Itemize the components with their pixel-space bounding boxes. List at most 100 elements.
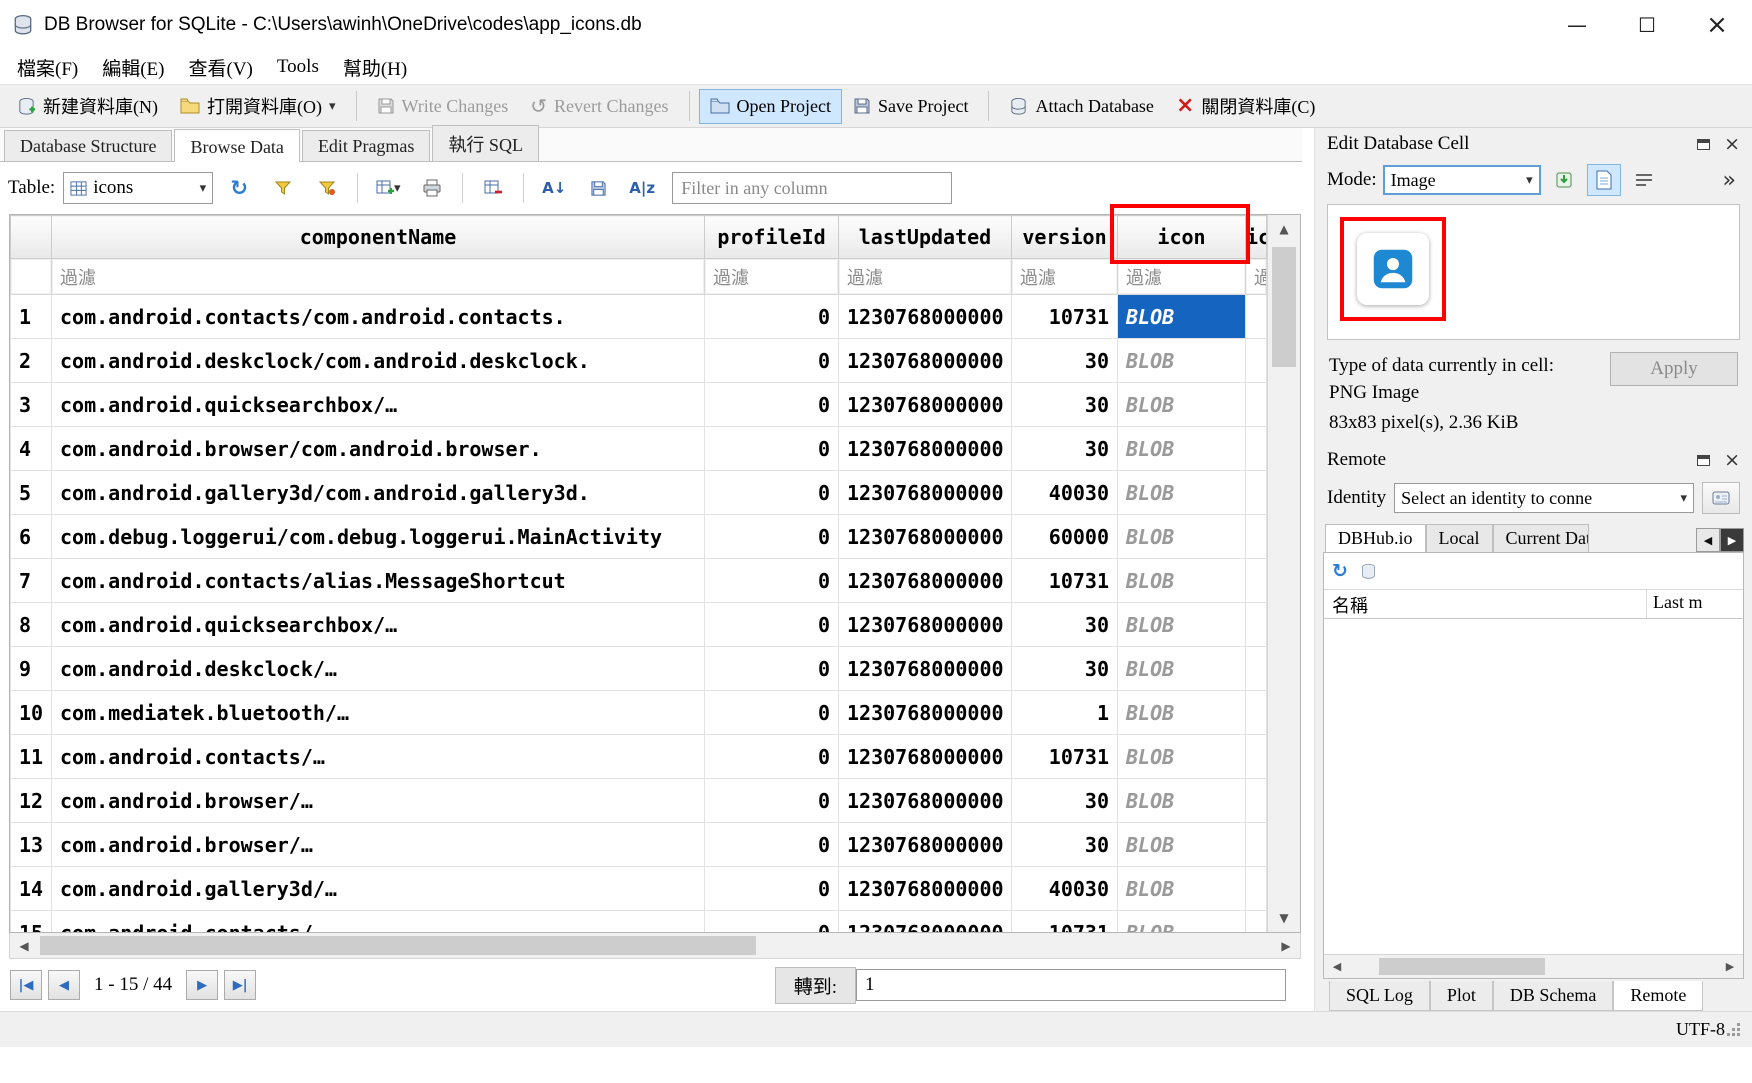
format-button[interactable]: A|z	[624, 171, 660, 205]
cell-icon-blob[interactable]: BLOB	[1118, 823, 1246, 867]
cell-version[interactable]: 10731	[1012, 559, 1118, 603]
cell-componentName[interactable]: com.android.contacts/alias.MessageShortc…	[52, 559, 705, 603]
cell-profileId[interactable]: 0	[705, 779, 839, 823]
cell-version[interactable]: 1	[1012, 691, 1118, 735]
last-page-button[interactable]: ▶|	[224, 970, 256, 1000]
filter-icon[interactable]: 過濾	[1118, 259, 1246, 295]
cell-lastUpdated[interactable]: 1230768000000	[839, 603, 1012, 647]
filter-version[interactable]: 過濾	[1012, 259, 1118, 295]
cell-componentName[interactable]: com.android.gallery3d/…	[52, 867, 705, 911]
cell-clipped[interactable]	[1246, 867, 1267, 911]
vertical-scroll-track[interactable]	[1268, 243, 1300, 904]
cell-profileId[interactable]: 0	[705, 647, 839, 691]
cell-clipped[interactable]	[1246, 823, 1267, 867]
remote-tab-current-database[interactable]: Current Dat	[1493, 524, 1589, 552]
remote-tab-local[interactable]: Local	[1426, 524, 1493, 552]
cell-clipped[interactable]	[1246, 383, 1267, 427]
cell-profileId[interactable]: 0	[705, 603, 839, 647]
encoding-indicator[interactable]: UTF-8	[1676, 1019, 1725, 1040]
filter-options-button[interactable]	[309, 171, 345, 205]
row-number-cell[interactable]: 1	[11, 295, 52, 339]
cell-profileId[interactable]: 0	[705, 823, 839, 867]
sort-button[interactable]: A↓	[536, 171, 572, 205]
row-number-cell[interactable]: 12	[11, 779, 52, 823]
cell-profileId[interactable]: 0	[705, 735, 839, 779]
table-selector[interactable]: icons ▾	[63, 172, 213, 204]
identity-selector[interactable]: Select an identity to conne ▾	[1394, 483, 1694, 513]
row-number-cell[interactable]: 4	[11, 427, 52, 471]
row-number-cell[interactable]: 6	[11, 515, 52, 559]
cell-lastUpdated[interactable]: 1230768000000	[839, 691, 1012, 735]
cell-componentName[interactable]: com.android.deskclock/com.android.deskcl…	[52, 339, 705, 383]
cell-clipped[interactable]	[1246, 427, 1267, 471]
cell-clipped[interactable]	[1246, 559, 1267, 603]
revert-changes-button[interactable]: ↺ Revert Changes	[519, 87, 679, 125]
cell-lastUpdated[interactable]: 1230768000000	[839, 295, 1012, 339]
mode-selector[interactable]: Image ▾	[1383, 165, 1541, 195]
cell-lastUpdated[interactable]: 1230768000000	[839, 823, 1012, 867]
row-number-cell[interactable]: 7	[11, 559, 52, 603]
filter-componentName[interactable]: 過濾	[52, 259, 705, 295]
dock-tab-db-schema[interactable]: DB Schema	[1493, 981, 1613, 1011]
remote-scroll-track[interactable]	[1350, 955, 1717, 978]
word-wrap-button[interactable]	[1627, 164, 1661, 196]
print-cell-button[interactable]	[1587, 164, 1621, 196]
float-panel-icon[interactable]	[1697, 139, 1710, 150]
cell-profileId[interactable]: 0	[705, 295, 839, 339]
horizontal-scrollbar[interactable]: ◀ ▶	[9, 933, 1301, 959]
filter-any-column-input[interactable]	[672, 172, 952, 204]
remote-column-name[interactable]: 名稱	[1324, 590, 1647, 618]
next-page-button[interactable]: ▶	[186, 970, 218, 1000]
cell-lastUpdated[interactable]: 1230768000000	[839, 515, 1012, 559]
cell-componentName[interactable]: com.android.contacts/…	[52, 911, 705, 934]
scroll-up-icon[interactable]: ▲	[1268, 215, 1300, 243]
column-header-icon[interactable]: icon	[1118, 216, 1246, 259]
tab-edit-pragmas[interactable]: Edit Pragmas	[302, 130, 431, 161]
cell-profileId[interactable]: 0	[705, 867, 839, 911]
dock-tab-sql-log[interactable]: SQL Log	[1329, 981, 1430, 1011]
row-number-cell[interactable]: 2	[11, 339, 52, 383]
cell-version[interactable]: 30	[1012, 603, 1118, 647]
open-project-button[interactable]: Open Project	[699, 89, 842, 124]
cell-version[interactable]: 40030	[1012, 471, 1118, 515]
cell-icon-blob[interactable]: BLOB	[1118, 603, 1246, 647]
cell-componentName[interactable]: com.mediatek.bluetooth/…	[52, 691, 705, 735]
cell-clipped[interactable]	[1246, 339, 1267, 383]
new-database-button[interactable]: 新建資料庫(N)	[6, 86, 169, 126]
cell-profileId[interactable]: 0	[705, 691, 839, 735]
cell-version[interactable]: 10731	[1012, 295, 1118, 339]
remote-tab-dbhub[interactable]: DBHub.io	[1325, 524, 1426, 552]
cell-componentName[interactable]: com.android.deskclock/…	[52, 647, 705, 691]
horizontal-scroll-thumb[interactable]	[40, 936, 756, 955]
column-header-version[interactable]: version	[1012, 216, 1118, 259]
print-button[interactable]	[414, 171, 450, 205]
close-button[interactable]: ×	[1682, 0, 1752, 50]
write-changes-button[interactable]: Write Changes	[366, 89, 520, 124]
cell-clipped[interactable]	[1246, 603, 1267, 647]
tab-scroll-right-icon[interactable]: ▶	[1720, 528, 1744, 552]
tab-browse-data[interactable]: Browse Data	[174, 129, 299, 162]
cell-lastUpdated[interactable]: 1230768000000	[839, 383, 1012, 427]
cell-lastUpdated[interactable]: 1230768000000	[839, 339, 1012, 383]
row-number-cell[interactable]: 14	[11, 867, 52, 911]
cell-componentName[interactable]: com.debug.loggerui/com.debug.loggerui.Ma…	[52, 515, 705, 559]
save-view-button[interactable]	[580, 171, 616, 205]
scroll-left-icon[interactable]: ◀	[10, 933, 38, 958]
cell-componentName[interactable]: com.android.contacts/com.android.contact…	[52, 295, 705, 339]
cell-lastUpdated[interactable]: 1230768000000	[839, 471, 1012, 515]
cell-icon-blob[interactable]: BLOB	[1118, 691, 1246, 735]
import-data-button[interactable]	[1547, 164, 1581, 196]
row-number-cell[interactable]: 15	[11, 911, 52, 934]
apply-button[interactable]: Apply	[1610, 352, 1738, 386]
remote-scroll-thumb[interactable]	[1379, 958, 1544, 975]
cell-version[interactable]: 30	[1012, 823, 1118, 867]
cell-componentName[interactable]: com.android.contacts/…	[52, 735, 705, 779]
overflow-chevron-icon[interactable]: »	[1723, 168, 1740, 193]
column-header-profileId[interactable]: profileId	[705, 216, 839, 259]
cell-lastUpdated[interactable]: 1230768000000	[839, 779, 1012, 823]
dock-tab-plot[interactable]: Plot	[1430, 981, 1493, 1011]
cell-icon-blob[interactable]: BLOB	[1118, 339, 1246, 383]
cell-componentName[interactable]: com.android.gallery3d/com.android.galler…	[52, 471, 705, 515]
cell-componentName[interactable]: com.android.browser/…	[52, 779, 705, 823]
menu-file[interactable]: 檔案(F)	[6, 51, 89, 84]
